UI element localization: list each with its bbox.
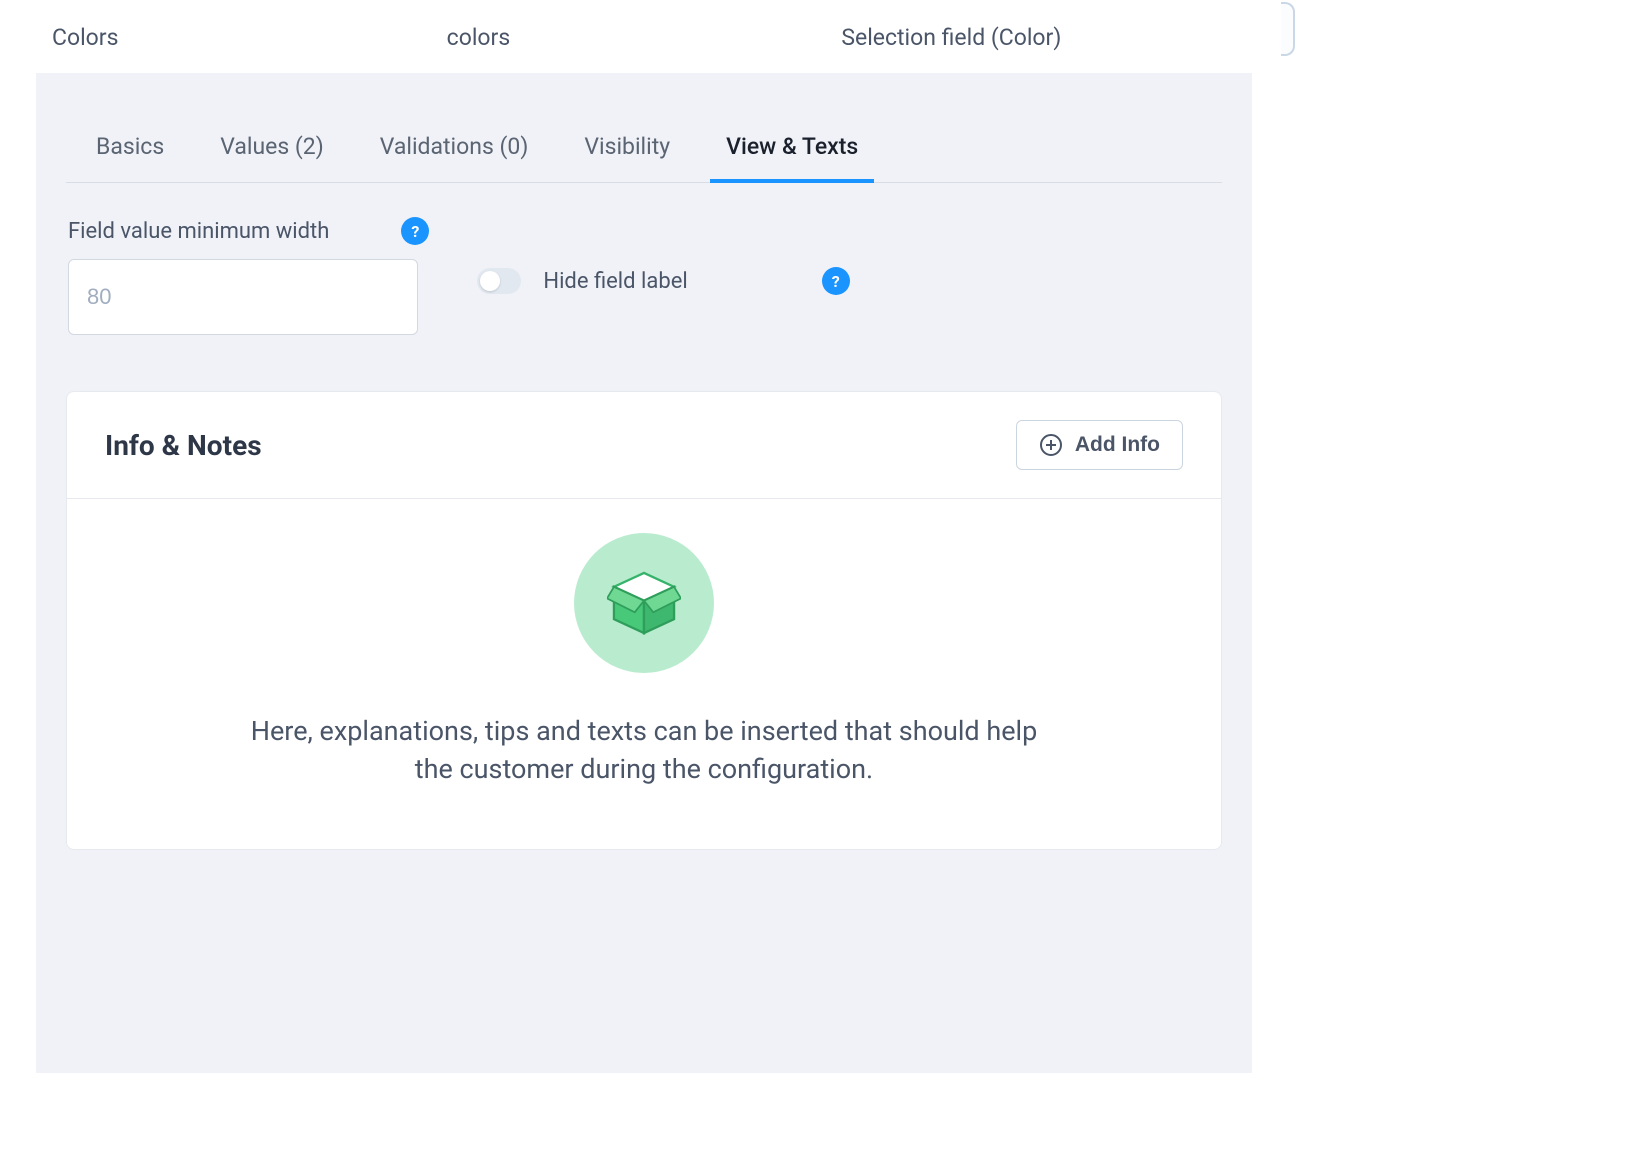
tab-visibility[interactable]: Visibility bbox=[582, 121, 672, 182]
tab-values[interactable]: Values (2) bbox=[218, 121, 326, 182]
empty-state-text: Here, explanations, tips and texts can b… bbox=[234, 713, 1054, 789]
header-field-key: colors bbox=[447, 24, 842, 51]
header-row: Colors colors Selection field (Color) bbox=[0, 0, 1288, 73]
add-info-label: Add Info bbox=[1075, 433, 1160, 457]
help-icon[interactable]: ? bbox=[822, 267, 850, 295]
header-field-name: Colors bbox=[52, 24, 447, 51]
adjacent-panel-edge bbox=[1281, 2, 1295, 56]
hide-label-text: Hide field label bbox=[543, 269, 687, 294]
add-info-button[interactable]: Add Info bbox=[1016, 420, 1183, 470]
info-notes-body: Here, explanations, tips and texts can b… bbox=[67, 499, 1221, 849]
tab-view-texts[interactable]: View & Texts bbox=[724, 121, 860, 182]
view-texts-form: Field value minimum width ? Hide field l… bbox=[66, 217, 1222, 335]
info-notes-card: Info & Notes Add Info bbox=[66, 391, 1222, 850]
help-icon[interactable]: ? bbox=[401, 217, 429, 245]
box-icon bbox=[607, 566, 681, 640]
main-panel: Basics Values (2) Validations (0) Visibi… bbox=[36, 73, 1252, 1073]
tab-basics[interactable]: Basics bbox=[94, 121, 166, 182]
header-field-type: Selection field (Color) bbox=[841, 24, 1236, 51]
tabs-bar: Basics Values (2) Validations (0) Visibi… bbox=[66, 121, 1222, 183]
min-width-input[interactable] bbox=[68, 259, 418, 335]
hide-label-toggle[interactable] bbox=[477, 268, 521, 294]
min-width-label: Field value minimum width bbox=[68, 219, 329, 244]
info-notes-title: Info & Notes bbox=[105, 429, 262, 462]
tab-validations[interactable]: Validations (0) bbox=[378, 121, 531, 182]
empty-state-circle bbox=[574, 533, 714, 673]
info-notes-header: Info & Notes Add Info bbox=[67, 392, 1221, 499]
hide-label-group: Hide field label ? bbox=[477, 267, 849, 295]
toggle-knob-icon bbox=[480, 271, 500, 291]
min-width-field-group: Field value minimum width ? bbox=[68, 217, 429, 335]
plus-circle-icon bbox=[1039, 433, 1063, 457]
